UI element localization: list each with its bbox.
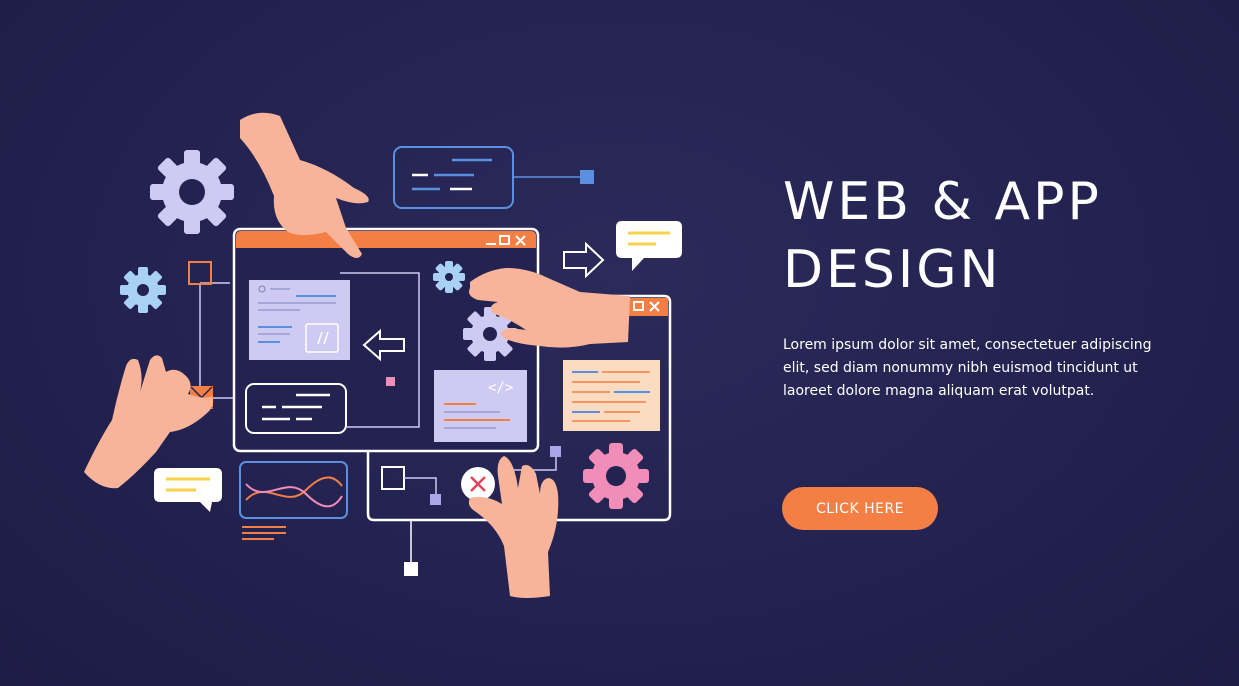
hero-title: WEB & APP DESIGN [783,168,1102,304]
web-app-design-illustration: </> [84,112,682,598]
code-tag-icon: </> [488,380,513,396]
gear-pink-icon [583,443,649,509]
wave-chart-card-icon [239,461,348,540]
speech-bubble-top-icon [616,221,682,271]
hero-description: Lorem ipsum dolor sit amet, consectetuer… [783,337,1152,399]
gear-large-icon [150,150,234,234]
hero-title-line2: DESIGN [783,240,1002,300]
node-square-outline [188,261,212,285]
speech-bubble-bottom-icon [154,468,222,512]
gear-in-window-icon [433,261,465,293]
hero-title-line1: WEB & APP [783,172,1102,232]
arrow-right-icon [563,241,605,279]
click-here-button[interactable]: CLICK HERE [782,487,938,530]
gear-small-blue-icon [120,267,166,313]
